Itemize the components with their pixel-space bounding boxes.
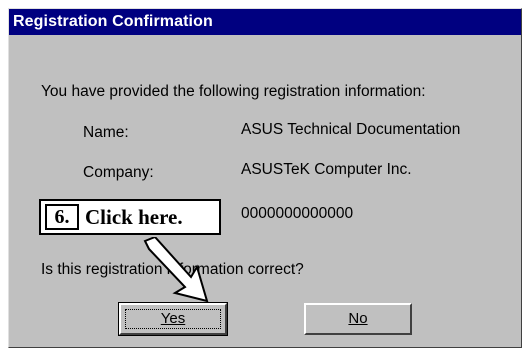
focus-rectangle: [125, 309, 221, 329]
callout-text: Click here.: [85, 205, 183, 229]
serial-number-value: 0000000000000: [241, 205, 354, 222]
pointer-arrow-icon: [143, 237, 209, 303]
intro-text: You have provided the following registra…: [41, 83, 426, 100]
dialog-title: Registration Confirmation: [13, 13, 213, 30]
company-label: Company:: [83, 164, 154, 181]
instruction-callout: 6. Click here.: [39, 199, 221, 235]
name-label: Name:: [83, 124, 129, 141]
no-button[interactable]: No: [304, 303, 412, 335]
name-value: ASUS Technical Documentation: [241, 121, 461, 138]
title-bar[interactable]: Registration Confirmation: [9, 9, 521, 35]
company-value: ASUSTeK Computer Inc.: [241, 161, 412, 178]
no-button-label: No: [348, 310, 368, 327]
registration-confirmation-dialog: Registration Confirmation You have provi…: [8, 8, 522, 348]
step-number: 6.: [45, 204, 79, 230]
